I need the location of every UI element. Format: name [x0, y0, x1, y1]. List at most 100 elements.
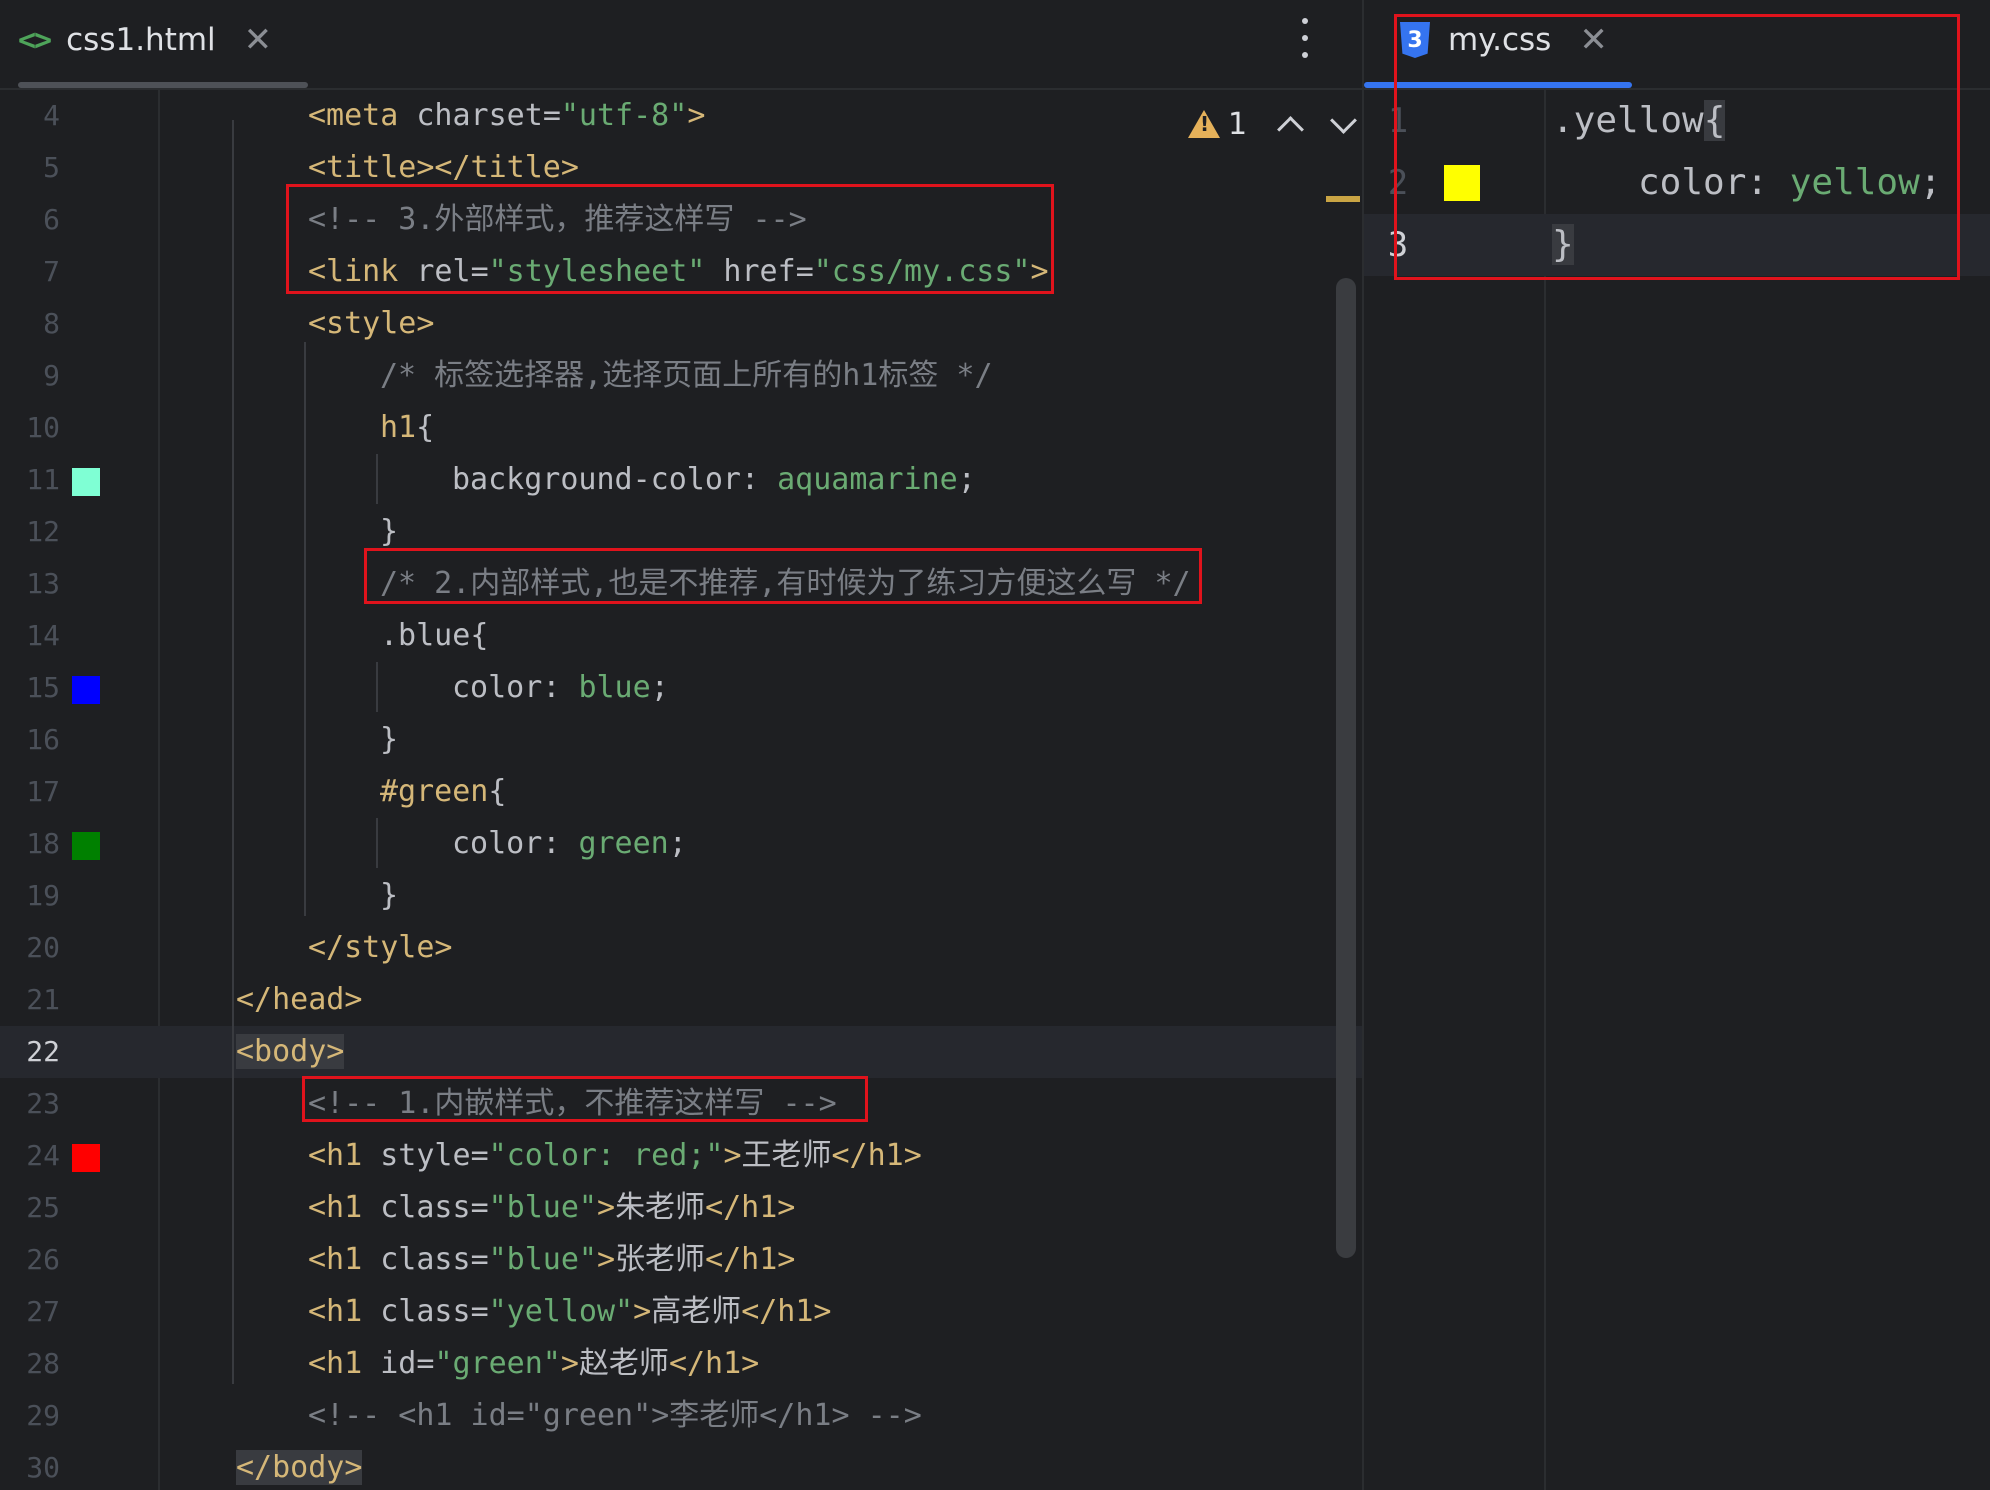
code-text[interactable]: <meta charset="utf-8"> [308, 90, 705, 142]
color-swatch-icon[interactable] [72, 468, 100, 496]
code-line[interactable]: 26 <h1 class="blue">张老师</h1> [0, 1234, 1362, 1286]
inspection-widget[interactable]: 1 [1188, 104, 1358, 144]
code-text[interactable]: <h1 class="yellow">高老师</h1> [308, 1286, 832, 1338]
line-number[interactable]: 9 [0, 350, 60, 402]
css-editor-pane[interactable]: 3 my.css ✕ 1 .yellow{2 color: yellow; 3} [1364, 0, 1990, 1490]
code-line[interactable]: 29 <!-- <h1 id="green">李老师</h1> --> [0, 1390, 1362, 1442]
close-icon[interactable]: ✕ [1579, 20, 1608, 60]
line-number[interactable]: 6 [0, 194, 60, 246]
line-number[interactable]: 16 [0, 714, 60, 766]
line-number[interactable]: 2 [1364, 152, 1432, 214]
code-line[interactable]: 15 color: blue; [0, 662, 1362, 714]
line-number[interactable]: 25 [0, 1182, 60, 1234]
color-swatch-icon[interactable] [1444, 165, 1480, 201]
line-number[interactable]: 14 [0, 610, 60, 662]
line-number[interactable]: 23 [0, 1078, 60, 1130]
code-text[interactable]: background-color: aquamarine; [452, 454, 976, 506]
code-line[interactable]: 3} [1364, 214, 1990, 276]
code-text[interactable]: </body> [236, 1442, 363, 1490]
code-line[interactable]: 27 <h1 class="yellow">高老师</h1> [0, 1286, 1362, 1338]
code-text[interactable]: color: green; [452, 818, 687, 870]
code-text[interactable]: .yellow{ [1552, 90, 1726, 152]
code-line[interactable]: 20 </style> [0, 922, 1362, 974]
code-text[interactable]: color: yellow; [1638, 152, 1941, 214]
line-number[interactable]: 18 [0, 818, 60, 870]
code-text[interactable]: /* 标签选择器,选择页面上所有的h1标签 */ [380, 350, 993, 402]
code-line[interactable]: 10 h1{ [0, 402, 1362, 454]
code-line[interactable]: 28 <h1 id="green">赵老师</h1> [0, 1338, 1362, 1390]
line-number[interactable]: 1 [1364, 90, 1432, 152]
code-text[interactable]: } [1552, 214, 1574, 276]
code-line[interactable]: 17 #green{ [0, 766, 1362, 818]
code-text[interactable]: <!-- 3.外部样式，推荐这样写 --> [308, 194, 807, 246]
line-number[interactable]: 10 [0, 402, 60, 454]
line-number[interactable]: 12 [0, 506, 60, 558]
code-line[interactable]: 9 /* 标签选择器,选择页面上所有的h1标签 */ [0, 350, 1362, 402]
code-line[interactable]: 22 <body> [0, 1026, 1362, 1078]
line-number[interactable]: 21 [0, 974, 60, 1026]
tab-css1-html[interactable]: <> css1.html ✕ [18, 0, 308, 88]
line-number[interactable]: 19 [0, 870, 60, 922]
code-text[interactable]: </head> [236, 974, 362, 1026]
code-line[interactable]: 5 <title></title> [0, 142, 1362, 194]
line-number[interactable]: 3 [1364, 214, 1432, 276]
code-line[interactable]: 25 <h1 class="blue">朱老师</h1> [0, 1182, 1362, 1234]
color-swatch-icon[interactable] [72, 1144, 100, 1172]
code-text[interactable]: <link rel="stylesheet" href="css/my.css"… [308, 246, 1049, 298]
code-text[interactable]: <title></title> [308, 142, 579, 194]
line-number[interactable]: 20 [0, 922, 60, 974]
line-number[interactable]: 7 [0, 246, 60, 298]
line-number[interactable]: 30 [0, 1442, 60, 1490]
chevron-up-icon[interactable] [1277, 115, 1305, 143]
line-number[interactable]: 28 [0, 1338, 60, 1390]
code-line[interactable]: 8 <style> [0, 298, 1362, 350]
code-line[interactable]: 23 <!-- 1.内嵌样式，不推荐这样写 --> [0, 1078, 1362, 1130]
code-line[interactable]: 21 </head> [0, 974, 1362, 1026]
code-line[interactable]: 2 color: yellow; [1364, 152, 1990, 214]
code-text[interactable]: <!-- 1.内嵌样式，不推荐这样写 --> [308, 1078, 837, 1130]
close-icon[interactable]: ✕ [244, 20, 273, 60]
vertical-scrollbar[interactable] [1336, 278, 1356, 1258]
code-text[interactable]: <body> [236, 1026, 345, 1078]
code-line[interactable]: 14 .blue{ [0, 610, 1362, 662]
code-text[interactable]: </style> [308, 922, 453, 974]
code-line[interactable]: 1 .yellow{ [1364, 90, 1990, 152]
line-number[interactable]: 27 [0, 1286, 60, 1338]
code-text[interactable]: <h1 class="blue">张老师</h1> [308, 1234, 795, 1286]
code-text[interactable]: <h1 style="color: red;">王老师</h1> [308, 1130, 922, 1182]
code-text[interactable]: h1{ [380, 402, 434, 454]
line-number[interactable]: 24 [0, 1130, 60, 1182]
code-text[interactable]: color: blue; [452, 662, 669, 714]
code-text[interactable]: } [380, 714, 398, 766]
code-line[interactable]: 16} [0, 714, 1362, 766]
color-swatch-icon[interactable] [72, 832, 100, 860]
chevron-down-icon[interactable] [1330, 106, 1358, 134]
code-text[interactable]: <style> [308, 298, 434, 350]
line-number[interactable]: 4 [0, 90, 60, 142]
color-swatch-icon[interactable] [72, 676, 100, 704]
code-line[interactable]: 18 color: green; [0, 818, 1362, 870]
line-number[interactable]: 13 [0, 558, 60, 610]
more-options-icon[interactable] [1300, 18, 1310, 58]
scrollbar-warning-marker[interactable] [1326, 196, 1360, 202]
code-line[interactable]: 24 <h1 style="color: red;">王老师</h1> [0, 1130, 1362, 1182]
code-text[interactable]: <h1 class="blue">朱老师</h1> [308, 1182, 795, 1234]
code-text[interactable]: <h1 id="green">赵老师</h1> [308, 1338, 759, 1390]
code-text[interactable]: .blue{ [380, 610, 488, 662]
code-line[interactable]: 30 </body> [0, 1442, 1362, 1490]
code-line[interactable]: 12} [0, 506, 1362, 558]
line-number[interactable]: 22 [0, 1026, 60, 1078]
tab-my-css[interactable]: 3 my.css ✕ [1364, 0, 1632, 88]
line-number[interactable]: 11 [0, 454, 60, 506]
line-number[interactable]: 15 [0, 662, 60, 714]
line-number[interactable]: 5 [0, 142, 60, 194]
code-text[interactable]: } [380, 870, 398, 922]
line-number[interactable]: 17 [0, 766, 60, 818]
code-text[interactable]: /* 2.内部样式,也是不推荐,有时候为了练习方便这么写 */ [380, 558, 1191, 610]
code-line[interactable]: 7 <link rel="stylesheet" href="css/my.css… [0, 246, 1362, 298]
code-text[interactable]: #green{ [380, 766, 506, 818]
line-number[interactable]: 26 [0, 1234, 60, 1286]
code-line[interactable]: 4 <meta charset="utf-8"> [0, 90, 1362, 142]
code-line[interactable]: 11 background-color: aquamarine; [0, 454, 1362, 506]
line-number[interactable]: 8 [0, 298, 60, 350]
